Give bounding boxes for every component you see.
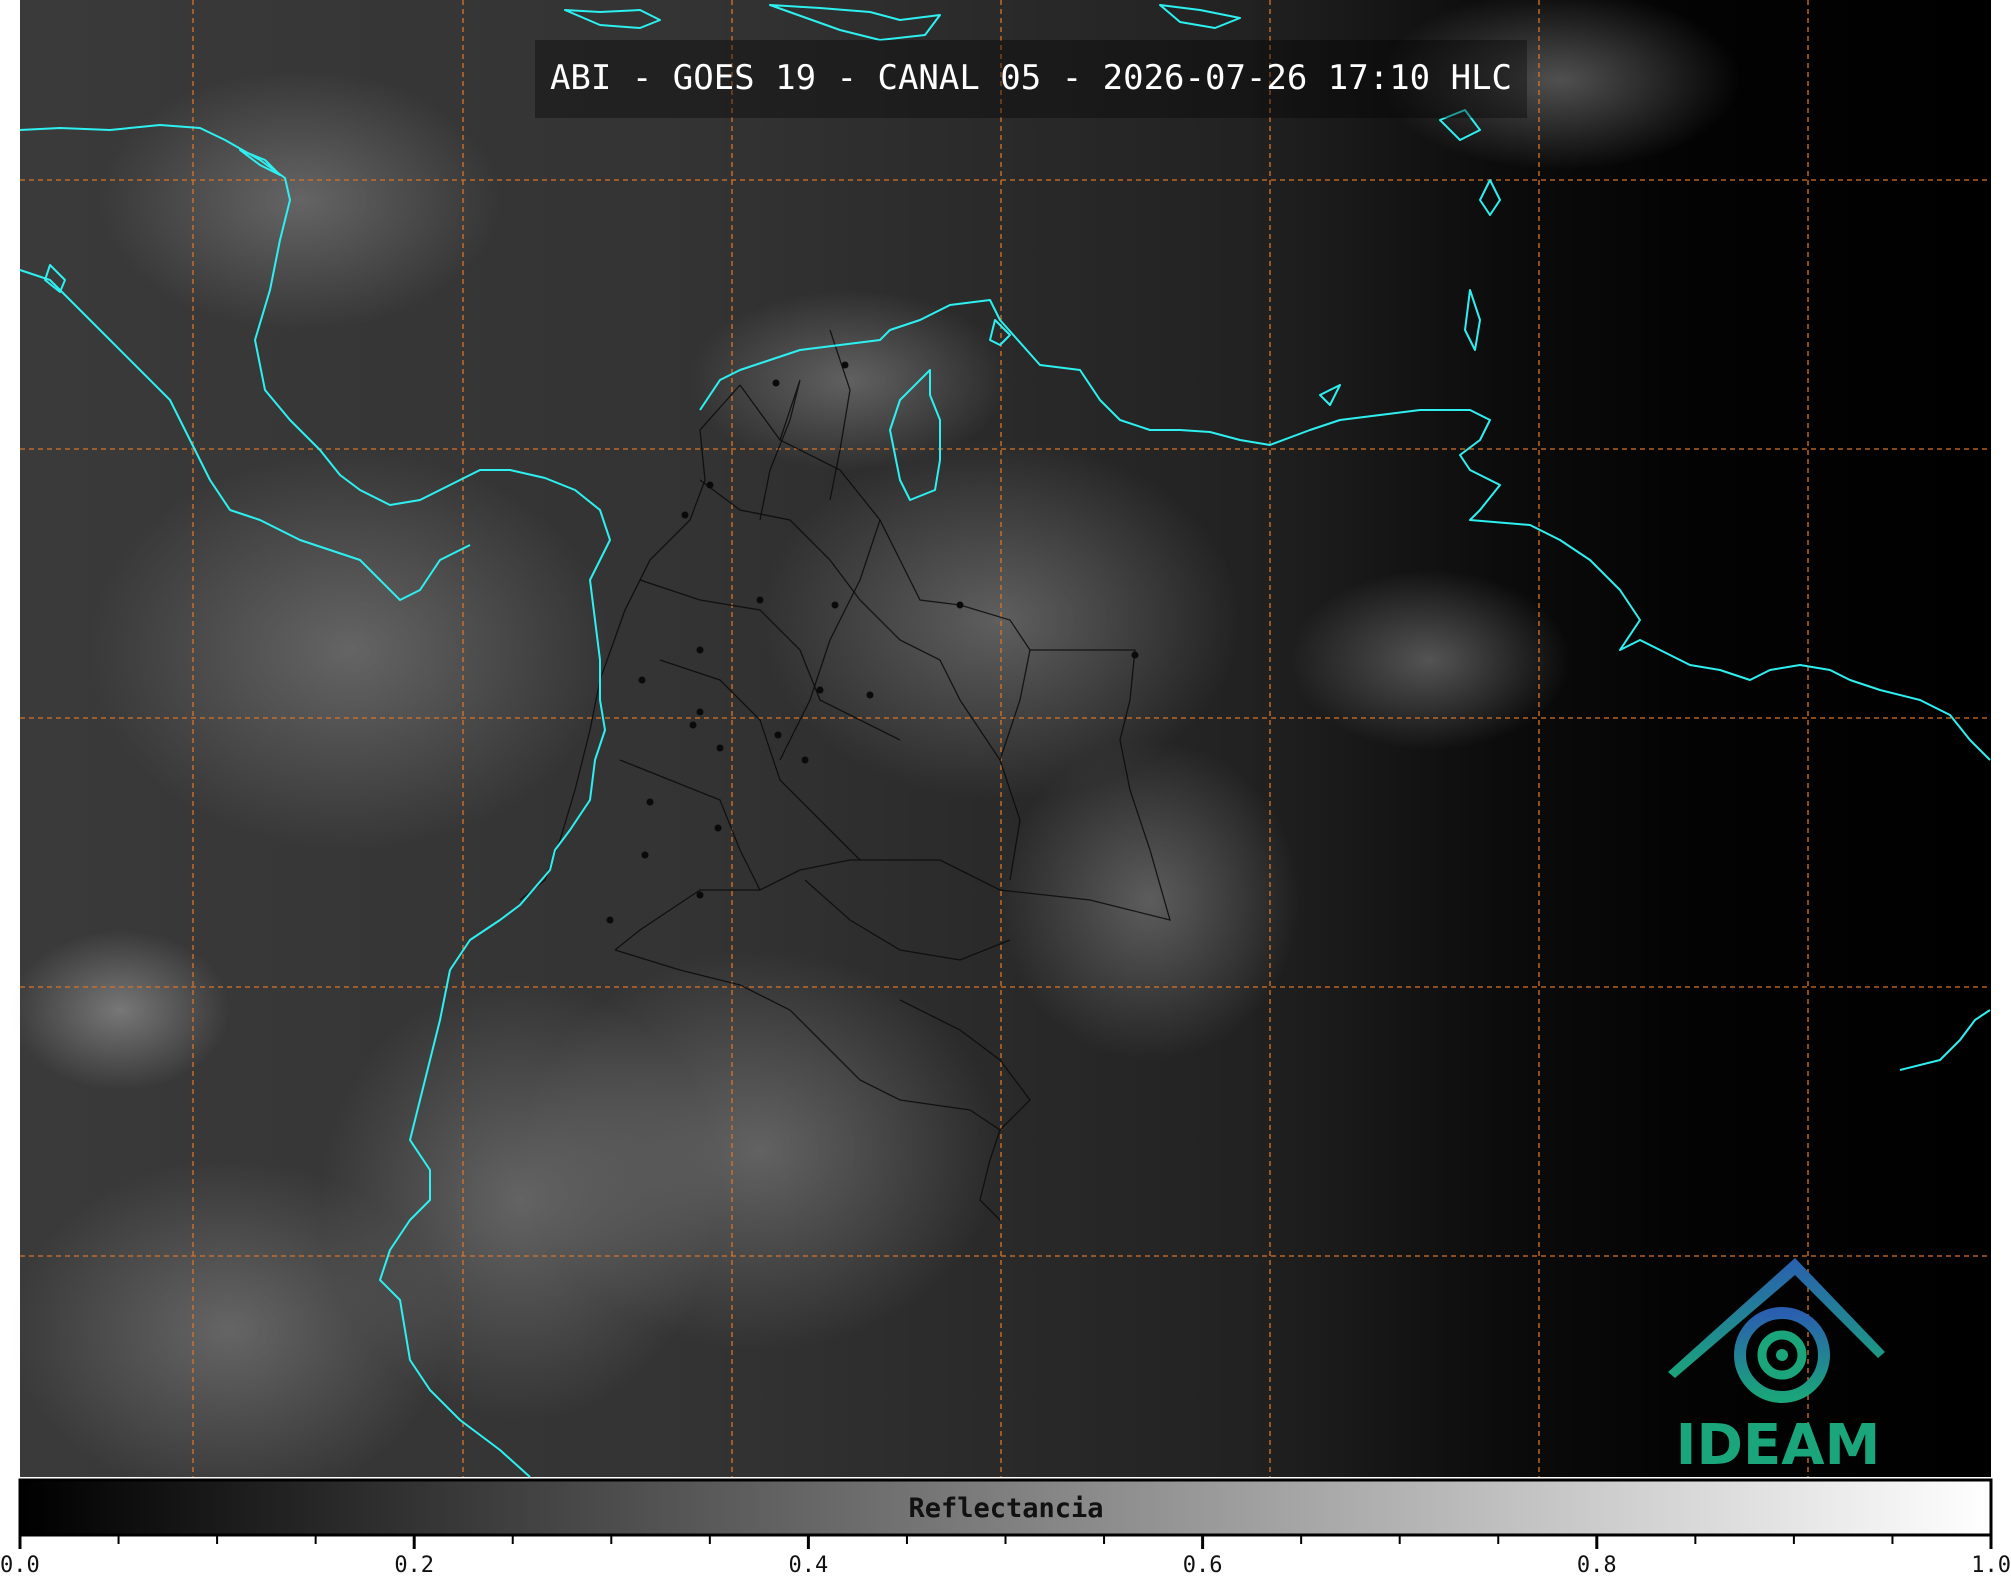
title-box: ABI - GOES 19 - CANAL 05 - 2026-07-26 17…: [535, 40, 1527, 118]
title-text: ABI - GOES 19 - CANAL 05 - 2026-07-26 17…: [550, 58, 1512, 98]
logo-text: IDEAM: [1676, 1413, 1881, 1478]
colorbar-tick-label: 0.8: [1577, 1553, 1617, 1577]
colorbar-tick-label: 0.0: [0, 1553, 40, 1577]
colorbar-ticks: 0.0 0.2 0.4 0.6 0.8 1.0: [0, 1535, 2011, 1577]
colorbar-label: Reflectancia: [908, 1493, 1103, 1524]
satellite-map: ABI - GOES 19 - CANAL 05 - 2026-07-26 17…: [0, 0, 2011, 1577]
colorbar-tick-label: 0.6: [1183, 1553, 1223, 1577]
colorbar-tick-label: 1.0: [1971, 1553, 2011, 1577]
colorbar-tick-label: 0.2: [394, 1553, 434, 1577]
colorbar: Reflectancia 0.0 0.2 0.4 0.6 0.8 1.0: [0, 1478, 2011, 1577]
colorbar-tick-label: 0.4: [789, 1553, 829, 1577]
